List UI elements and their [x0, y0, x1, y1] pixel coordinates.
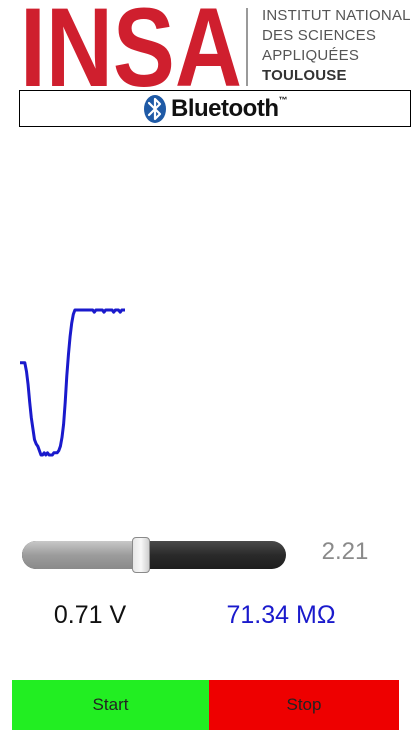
logo-institution-text: INSTITUT NATIONAL DES SCIENCES APPLIQUÉE… [262, 6, 411, 86]
logo-divider [246, 8, 248, 86]
slider-thumb[interactable] [132, 537, 150, 573]
slider-fill [22, 541, 141, 569]
insa-letters: INSA [20, 2, 242, 90]
bluetooth-label: Bluetooth™ [171, 95, 287, 123]
start-button[interactable]: Start [12, 680, 209, 730]
bluetooth-label-text: Bluetooth [171, 94, 279, 122]
slider-value: 2.21 [321, 538, 369, 565]
gain-slider[interactable] [22, 537, 286, 573]
bluetooth-icon [144, 94, 166, 123]
insa-logo: INSA INSTITUT NATIONAL DES SCIENCES APPL… [0, 0, 420, 92]
insa-logo-svg: INSA [20, 2, 242, 90]
signal-plot [20, 308, 125, 457]
signal-line [20, 308, 125, 457]
institution-line-1: INSTITUT NATIONAL [262, 7, 411, 24]
institution-city: TOULOUSE [262, 67, 347, 84]
insa-wordmark: INSA [18, 2, 244, 90]
resistance-reading: 71.34 MΩ [226, 601, 336, 629]
bluetooth-trademark: ™ [278, 94, 287, 105]
voltage-reading: 0.71 V [53, 601, 127, 629]
institution-line-2: DES SCIENCES [262, 27, 377, 44]
bluetooth-banner[interactable]: Bluetooth™ [19, 90, 411, 127]
stop-button[interactable]: Stop [209, 680, 399, 730]
institution-line-3: APPLIQUÉES [262, 47, 360, 64]
